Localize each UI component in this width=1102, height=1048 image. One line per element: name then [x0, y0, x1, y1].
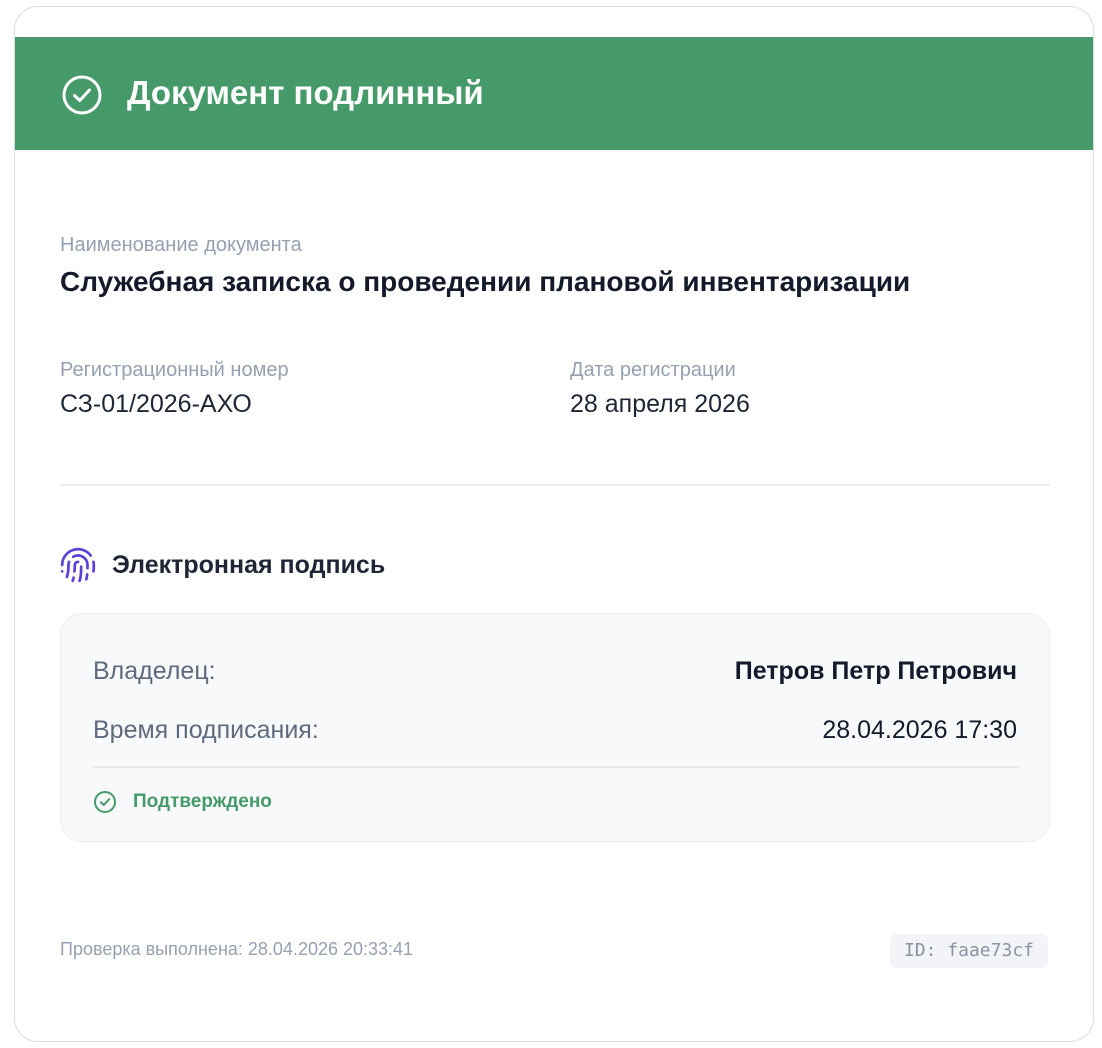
- signature-section-title: Электронная подпись: [112, 551, 386, 579]
- verification-timestamp: Проверка выполнена: 28.04.2026 20:33:41: [60, 939, 414, 959]
- reg-number-label: Регистрационный номер: [60, 359, 289, 381]
- signature-details-panel: Владелец: Петров Петр Петрович Время под…: [60, 613, 1050, 842]
- check-circle-icon: [61, 74, 103, 116]
- owner-label: Владелец:: [93, 657, 216, 685]
- status-banner: Документ подлинный: [15, 37, 1093, 150]
- reg-date-value: 28 апреля 2026: [570, 390, 750, 418]
- reg-date-label: Дата регистрации: [570, 359, 736, 381]
- signing-time-label: Время подписания:: [93, 716, 319, 744]
- section-divider: [60, 484, 1050, 486]
- owner-value: Петров Петр Петрович: [734, 657, 1017, 685]
- document-name-value: Служебная записка о проведении плановой …: [60, 266, 911, 297]
- signature-divider: [93, 766, 1019, 768]
- check-circle-icon: [93, 790, 117, 814]
- fingerprint-icon: [59, 546, 97, 584]
- signing-time-value: 28.04.2026 17:30: [822, 716, 1017, 744]
- status-title: Документ подлинный: [127, 74, 484, 111]
- reg-number-value: СЗ-01/2026-АХО: [60, 390, 252, 418]
- verification-card: Документ подлинный Наименование документ…: [14, 6, 1094, 1042]
- document-id-badge: ID: faae73cf: [889, 934, 1048, 968]
- document-name-label: Наименование документа: [60, 234, 302, 256]
- signature-status: Подтверждено: [133, 791, 272, 812]
